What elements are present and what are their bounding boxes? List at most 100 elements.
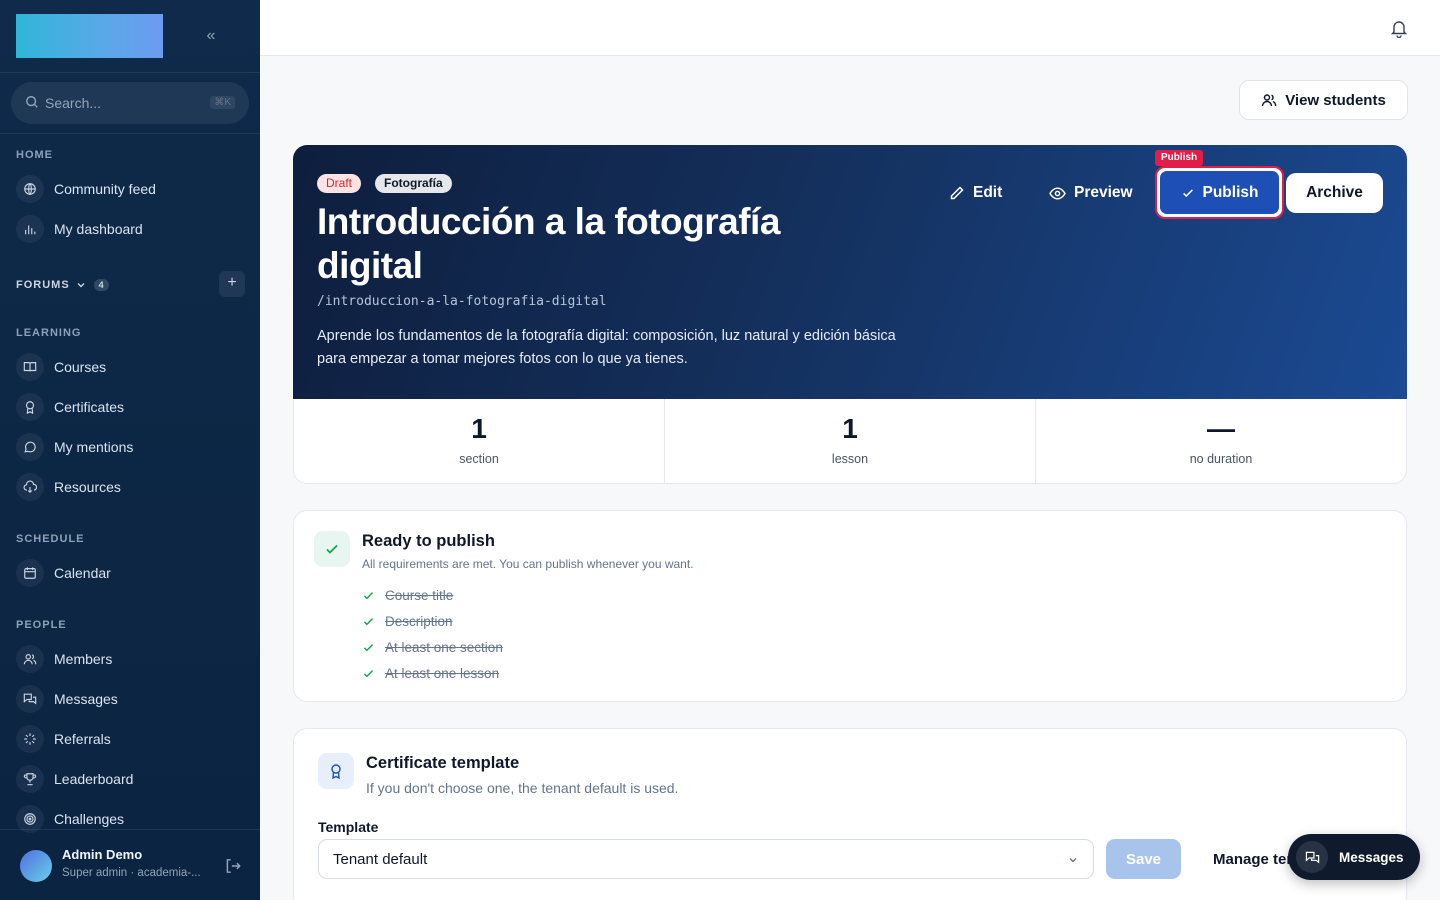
sidebar-item-certificates[interactable]: Certificates — [16, 391, 244, 423]
award-icon — [16, 393, 44, 421]
section-label-home: HOME — [16, 149, 53, 161]
course-description: Aprende los fundamentos de la fotografía… — [317, 328, 896, 367]
sidebar-item-my-dashboard[interactable]: My dashboard — [16, 213, 244, 245]
publish-button-inner: Publish — [1160, 171, 1279, 214]
sidebar-item-label: Resources — [54, 479, 121, 495]
users-icon — [1262, 94, 1277, 107]
preview-label: Preview — [1074, 184, 1133, 201]
topbar — [260, 0, 1440, 56]
edit-label: Edit — [973, 184, 1003, 201]
sparkle-icon — [16, 725, 44, 753]
check-icon — [363, 643, 374, 651]
sidebar-item-label: Leaderboard — [54, 771, 134, 787]
view-students-label: View students — [1285, 91, 1386, 109]
logout-icon[interactable] — [224, 857, 242, 875]
cloud-download-icon — [16, 473, 44, 501]
stat-label: lesson — [831, 452, 869, 466]
stat-value: 1 — [842, 413, 858, 444]
ready-title: Ready to publish — [362, 532, 495, 550]
user-name: Admin Demo — [62, 847, 143, 862]
check-icon — [363, 669, 374, 677]
sidebar-item-label: Courses — [54, 359, 107, 375]
forums-header[interactable]: FORUMS 4 — [16, 276, 245, 294]
section-label-people: PEOPLE — [16, 619, 67, 631]
course-stats: 1 section 1 lesson — no duration — [293, 399, 1407, 484]
template-label: Template — [318, 819, 379, 835]
sidebar-item-members[interactable]: Members — [16, 643, 244, 675]
check-icon — [1182, 188, 1193, 197]
sidebar-item-calendar[interactable]: Calendar — [16, 557, 244, 589]
sidebar-item-leaderboard[interactable]: Leaderboard — [16, 763, 244, 795]
template-select[interactable]: Tenant default — [318, 839, 1094, 879]
save-button[interactable]: Save — [1106, 839, 1181, 879]
forums-count-badge: 4 — [93, 279, 109, 291]
award-icon — [318, 753, 354, 789]
stat-duration: — no duration — [1036, 399, 1406, 483]
user-role: Super admin · academia-... — [62, 867, 201, 879]
requirement-label: At least one section — [385, 639, 503, 655]
search-input[interactable] — [45, 93, 195, 113]
sidebar: « ⌘K HOME Community feed My dashboard FO… — [0, 0, 260, 900]
certificate-subtitle: If you don't choose one, the tenant defa… — [366, 780, 679, 796]
sidebar-item-community-feed[interactable]: Community feed — [16, 173, 244, 205]
eye-icon — [1049, 186, 1066, 200]
messages-icon — [16, 685, 44, 713]
sidebar-item-messages[interactable]: Messages — [16, 683, 244, 715]
sidebar-item-label: Members — [54, 651, 113, 667]
globe-icon — [16, 175, 44, 203]
calendar-icon — [16, 559, 44, 587]
sidebar-item-courses[interactable]: Courses — [16, 351, 244, 383]
publish-label: Publish — [1202, 183, 1259, 201]
stat-sections: 1 section — [294, 399, 665, 483]
check-icon — [363, 591, 374, 599]
requirement-label: At least one lesson — [385, 665, 500, 681]
stat-label: no duration — [1189, 452, 1253, 466]
sidebar-item-label: Referrals — [54, 731, 111, 747]
publish-button[interactable]: Publish — [1155, 166, 1284, 219]
search-box[interactable]: ⌘K — [11, 82, 249, 124]
message-circle-icon — [16, 433, 44, 461]
course-slug: /introduccion-a-la-fotografia-digital — [317, 294, 607, 309]
sidebar-item-label: Messages — [54, 691, 118, 707]
requirement-label: Course title — [385, 587, 454, 603]
ready-to-publish-card: Ready to publish All requirements are me… — [293, 510, 1407, 702]
avatar[interactable] — [20, 850, 52, 882]
edit-button[interactable]: Edit — [949, 173, 1002, 213]
requirement-item: Description — [362, 612, 453, 630]
page-title: Introducción a la fotografía digital — [317, 201, 780, 286]
add-forum-button[interactable]: + — [219, 271, 245, 297]
bell-icon[interactable] — [1389, 18, 1409, 38]
ready-subtitle: All requirements are met. You can publis… — [362, 557, 694, 571]
users-icon — [16, 645, 44, 673]
sidebar-item-referrals[interactable]: Referrals — [16, 723, 244, 755]
trophy-icon — [16, 765, 44, 793]
sidebar-item-resources[interactable]: Resources — [16, 471, 244, 503]
status-badge: Draft — [317, 174, 362, 193]
messages-icon — [1296, 841, 1328, 873]
sidebar-item-label: Calendar — [54, 565, 111, 581]
requirement-item: At least one lesson — [362, 664, 499, 682]
sidebar-item-my-mentions[interactable]: My mentions — [16, 431, 244, 463]
search-shortcut: ⌘K — [210, 96, 235, 109]
view-students-button[interactable]: View students — [1239, 80, 1408, 120]
collapse-sidebar-icon[interactable]: « — [201, 26, 221, 46]
archive-button[interactable]: Archive — [1286, 173, 1383, 213]
chevron-down-icon — [77, 283, 85, 288]
requirement-label: Description — [385, 613, 453, 629]
sidebar-item-label: My dashboard — [54, 221, 143, 237]
category-badge: Fotografía — [375, 174, 452, 193]
bar-chart-icon — [16, 215, 44, 243]
pencil-icon — [950, 186, 964, 200]
check-icon — [363, 617, 374, 625]
chevron-down-icon — [1069, 858, 1077, 863]
publish-highlight-tag: Publish — [1155, 150, 1204, 166]
user-profile[interactable]: Admin Demo Super admin · academia-... — [0, 829, 260, 900]
messages-label: Messages — [1339, 849, 1404, 865]
stat-lessons: 1 lesson — [665, 399, 1036, 483]
sidebar-item-label: My mentions — [54, 439, 134, 455]
messages-floating-button[interactable]: Messages — [1288, 834, 1420, 880]
archive-label: Archive — [1306, 184, 1363, 201]
requirement-item: Course title — [362, 586, 453, 604]
brand-logo[interactable] — [16, 14, 163, 58]
preview-button[interactable]: Preview — [1049, 173, 1133, 213]
